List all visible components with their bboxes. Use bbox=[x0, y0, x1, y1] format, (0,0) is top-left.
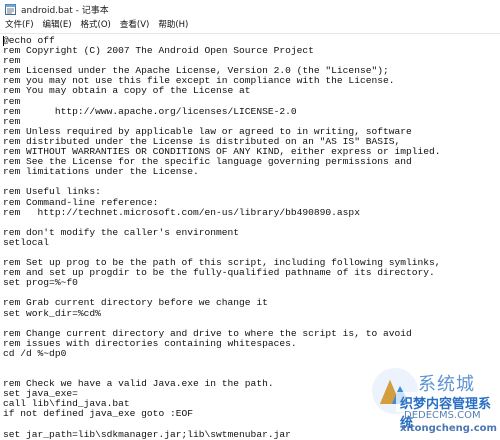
editor-line: setlocal bbox=[3, 236, 50, 248]
text-editor[interactable]: @echo off rem Copyright (C) 2007 The Andr… bbox=[0, 34, 500, 440]
title-bar[interactable]: android.bat - 记事本 bbox=[0, 0, 500, 18]
editor-line: rem http://technet.microsoft.com/en-us/l… bbox=[3, 206, 360, 218]
notepad-icon bbox=[5, 3, 16, 15]
window-title: android.bat - 记事本 bbox=[21, 5, 109, 16]
editor-line: rem You may obtain a copy of the License… bbox=[3, 85, 251, 97]
watermark-domain-dedecms: DEDECMS.COM bbox=[404, 410, 481, 421]
notepad-window: android.bat - 记事本 文件(F) 编辑(E) 格式(O) 查看(V… bbox=[0, 0, 500, 440]
editor-line: rem Copyright (C) 2007 The Android Open … bbox=[3, 45, 314, 57]
menu-edit[interactable]: 编辑(E) bbox=[38, 18, 76, 33]
menu-format[interactable]: 格式(O) bbox=[76, 18, 115, 33]
editor-line: rem limitations under the License. bbox=[3, 166, 199, 178]
editor-line: rem http://www.apache.org/licenses/LICEN… bbox=[3, 105, 297, 117]
watermark: 系统城 织梦内容管理系统 DEDECMS.COM xitongcheng.com bbox=[370, 366, 498, 438]
menu-file[interactable]: 文件(F) bbox=[0, 18, 38, 33]
editor-line: rem don't modify the caller's environmen… bbox=[3, 226, 240, 238]
editor-line: rem Useful links: bbox=[3, 186, 101, 198]
menu-bar: 文件(F) 编辑(E) 格式(O) 查看(V) 帮助(H) bbox=[0, 18, 500, 34]
editor-line: cd /d %~dp0 bbox=[3, 347, 67, 359]
editor-line: rem issues with directories containing w… bbox=[3, 337, 297, 349]
editor-line: set prog=%~f0 bbox=[3, 277, 78, 289]
watermark-domain-xitongcheng: xitongcheng.com bbox=[400, 423, 497, 434]
menu-help[interactable]: 帮助(H) bbox=[153, 18, 192, 33]
editor-line: set work_dir=%cd% bbox=[3, 307, 101, 319]
menu-view[interactable]: 查看(V) bbox=[115, 18, 153, 33]
text-caret bbox=[3, 36, 4, 46]
